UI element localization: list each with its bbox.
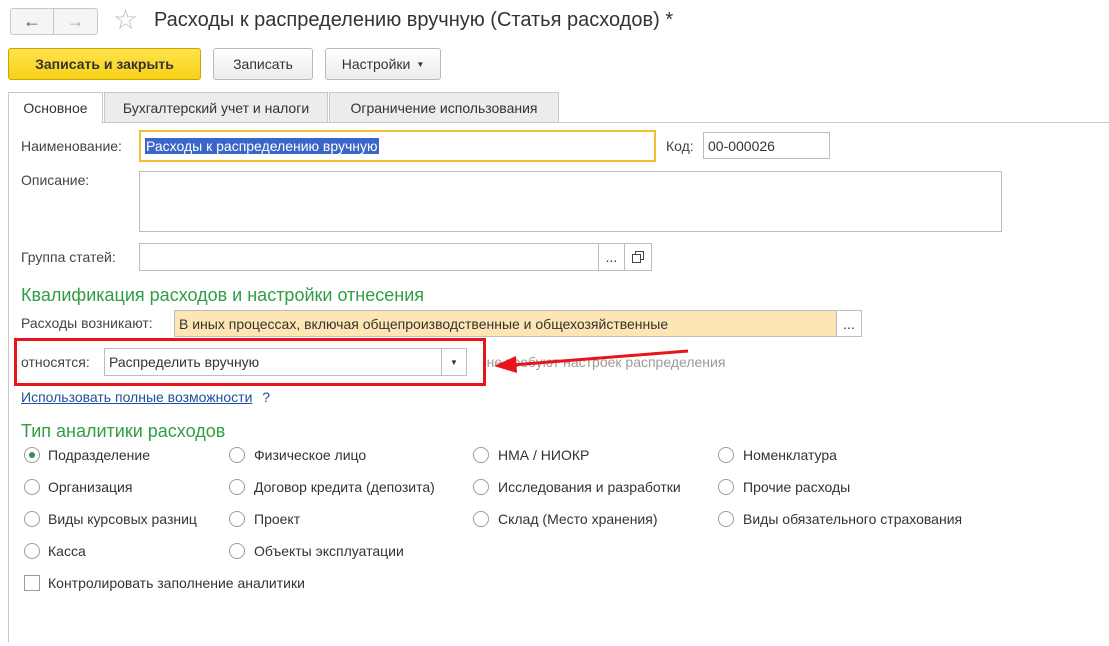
radio-label-project: Проект	[254, 511, 301, 527]
forward-button[interactable]: →	[54, 8, 98, 35]
radio-intangible[interactable]	[473, 447, 489, 463]
arise-field[interactable]: В иных процессах, включая общепроизводст…	[174, 310, 837, 337]
name-label: Наименование:	[21, 138, 122, 154]
name-field[interactable]: Расходы к распределению вручную	[139, 130, 656, 162]
group-choose-button[interactable]: ...	[598, 243, 625, 271]
radio-insurance[interactable]	[718, 511, 734, 527]
arrow-left-icon: ←	[23, 11, 41, 31]
arrow-right-icon: →	[66, 11, 85, 31]
radio-label-nomenclature: Номенклатура	[743, 447, 837, 463]
radio-project[interactable]	[229, 511, 245, 527]
full-features-row: Использовать полные возможности ?	[21, 389, 270, 405]
radio-person[interactable]	[229, 447, 245, 463]
radio-organization[interactable]	[24, 479, 40, 495]
tab-usage-restriction[interactable]: Ограничение использования	[329, 92, 559, 122]
description-field[interactable]	[139, 171, 1002, 232]
settings-button[interactable]: Настройки ▼	[325, 48, 441, 80]
code-field[interactable]: 00-000026	[703, 132, 830, 159]
save-button[interactable]: Записать	[213, 48, 313, 80]
tab-main[interactable]: Основное	[8, 92, 103, 123]
full-features-link[interactable]: Использовать полные возможности	[21, 389, 252, 405]
radio-nomenclature[interactable]	[718, 447, 734, 463]
window-title: Расходы к распределению вручную (Статья …	[154, 9, 674, 31]
star-icon[interactable]: ☆	[113, 4, 138, 36]
radio-label-other-expenses: Прочие расходы	[743, 479, 851, 495]
caret-down-icon: ▼	[416, 59, 425, 69]
settings-label: Настройки	[341, 56, 411, 72]
radio-label-warehouse: Склад (Место хранения)	[498, 511, 658, 527]
group-field[interactable]	[139, 243, 599, 271]
radio-selected-dot	[29, 452, 35, 458]
radio-label-exchange-diff: Виды курсовых разниц	[48, 511, 197, 527]
analytics-section-title: Тип аналитики расходов	[21, 421, 226, 441]
highlight-box	[14, 338, 486, 386]
radio-label-research: Исследования и разработки	[498, 479, 681, 495]
radio-other-expenses[interactable]	[718, 479, 734, 495]
description-label: Описание:	[21, 172, 90, 188]
radio-warehouse[interactable]	[473, 511, 489, 527]
radio-label-credit-contract: Договор кредита (депозита)	[254, 479, 435, 495]
qualification-section-title: Квалификация расходов и настройки отнесе…	[21, 285, 425, 305]
red-arrow-icon	[494, 349, 689, 373]
tab-accounting[interactable]: Бухгалтерский учет и налоги	[104, 92, 328, 122]
form-left-border	[8, 122, 9, 642]
help-icon[interactable]: ?	[262, 389, 270, 405]
radio-research[interactable]	[473, 479, 489, 495]
radio-label-intangible: НМА / НИОКР	[498, 447, 590, 463]
open-window-icon	[632, 251, 644, 263]
name-value: Расходы к распределению вручную	[145, 138, 379, 154]
arise-choose-button[interactable]: ...	[836, 310, 862, 337]
save-and-close-button[interactable]: Записать и закрыть	[8, 48, 201, 80]
radio-credit-contract[interactable]	[229, 479, 245, 495]
radio-label-operation-objects: Объекты эксплуатации	[254, 543, 404, 559]
radio-cash[interactable]	[24, 543, 40, 559]
control-analytics-label: Контролировать заполнение аналитики	[48, 575, 305, 591]
radio-label-insurance: Виды обязательного страхования	[743, 511, 963, 527]
radio-label-organization: Организация	[48, 479, 133, 495]
radio-label-cash: Касса	[48, 543, 86, 559]
back-button[interactable]: ←	[10, 8, 54, 35]
arise-label: Расходы возникают:	[21, 315, 153, 331]
group-open-button[interactable]	[624, 243, 652, 271]
group-label: Группа статей:	[21, 249, 116, 265]
code-label: Код:	[666, 138, 694, 154]
tab-strip-line	[8, 122, 1109, 123]
radio-operation-objects[interactable]	[229, 543, 245, 559]
radio-label-department: Подразделение	[48, 447, 151, 463]
radio-exchange-diff[interactable]	[24, 511, 40, 527]
control-analytics-checkbox[interactable]	[24, 575, 40, 591]
radio-department[interactable]	[24, 447, 40, 463]
radio-label-person: Физическое лицо	[254, 447, 367, 463]
